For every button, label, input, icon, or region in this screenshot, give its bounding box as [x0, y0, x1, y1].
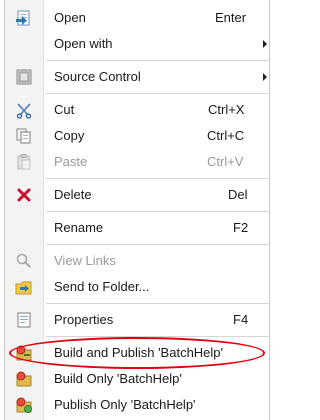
- separator: [46, 244, 269, 245]
- menu-item-label: Publish Only 'BatchHelp': [54, 397, 196, 412]
- menu-item-label: Properties: [54, 312, 114, 327]
- open-icon: [15, 9, 33, 27]
- menu-item-label: Send to Folder...: [54, 279, 150, 294]
- shortcut-label: F4: [233, 312, 249, 327]
- shortcut-label: Ctrl+V: [207, 154, 244, 169]
- menu-item-build-only[interactable]: Build Only 'BatchHelp': [5, 366, 269, 392]
- menu-item-copy[interactable]: Copy Ctrl+C: [5, 123, 269, 149]
- build-publish-icon: [15, 344, 33, 362]
- properties-icon: [15, 311, 33, 329]
- publish-only-icon: [15, 396, 33, 414]
- menu-item-label: Build and Publish 'BatchHelp': [54, 345, 224, 360]
- source-control-icon: [15, 68, 33, 86]
- separator: [46, 336, 269, 337]
- menu-item-view-links: View Links: [5, 248, 269, 274]
- menu-item-label: Delete: [54, 187, 92, 202]
- menu-item-source-control[interactable]: Source Control: [5, 64, 269, 90]
- shortcut-label: Enter: [215, 10, 247, 25]
- separator: [46, 303, 269, 304]
- build-only-icon: [15, 370, 33, 388]
- menu-item-label: Rename: [54, 220, 104, 235]
- paste-icon: [15, 153, 33, 171]
- shortcut-label: Ctrl+C: [207, 128, 245, 143]
- separator: [46, 211, 269, 212]
- menu-item-rename[interactable]: Rename F2: [5, 215, 269, 241]
- menu-item-open-with[interactable]: Open with: [5, 31, 269, 57]
- shortcut-label: F2: [233, 220, 249, 235]
- separator: [46, 60, 269, 61]
- menu-item-label: View Links: [54, 253, 116, 268]
- shortcut-label: Ctrl+X: [208, 102, 245, 117]
- menu-item-label: Paste: [54, 154, 88, 169]
- context-menu: Open Enter Open with Source Control Cut …: [4, 0, 270, 420]
- view-links-icon: [15, 252, 33, 270]
- scissors-icon: [15, 101, 33, 119]
- menu-item-label: Build Only 'BatchHelp': [54, 371, 182, 386]
- menu-item-label: Open with: [54, 36, 113, 51]
- submenu-arrow-icon: [263, 73, 267, 81]
- menu-item-label: Cut: [54, 102, 75, 117]
- shortcut-label: Del: [228, 187, 248, 202]
- menu-item-cut[interactable]: Cut Ctrl+X: [5, 97, 269, 123]
- menu-item-label: Copy: [54, 128, 85, 143]
- menu-item-paste: Paste Ctrl+V: [5, 149, 269, 175]
- menu-item-label: Source Control: [54, 69, 141, 84]
- menu-item-send-to-folder[interactable]: Send to Folder...: [5, 274, 269, 300]
- menu-item-delete[interactable]: Delete Del: [5, 182, 269, 208]
- menu-item-publish-only[interactable]: Publish Only 'BatchHelp': [5, 392, 269, 418]
- menu-item-label: Open: [54, 10, 86, 25]
- copy-icon: [15, 127, 33, 145]
- menu-item-open[interactable]: Open Enter: [5, 5, 269, 31]
- submenu-arrow-icon: [263, 40, 267, 48]
- menu-item-build-and-publish[interactable]: Build and Publish 'BatchHelp': [5, 340, 269, 366]
- separator: [46, 93, 269, 94]
- menu-item-properties[interactable]: Properties F4: [5, 307, 269, 333]
- delete-icon: [15, 186, 33, 204]
- separator: [46, 178, 269, 179]
- send-to-folder-icon: [15, 278, 33, 296]
